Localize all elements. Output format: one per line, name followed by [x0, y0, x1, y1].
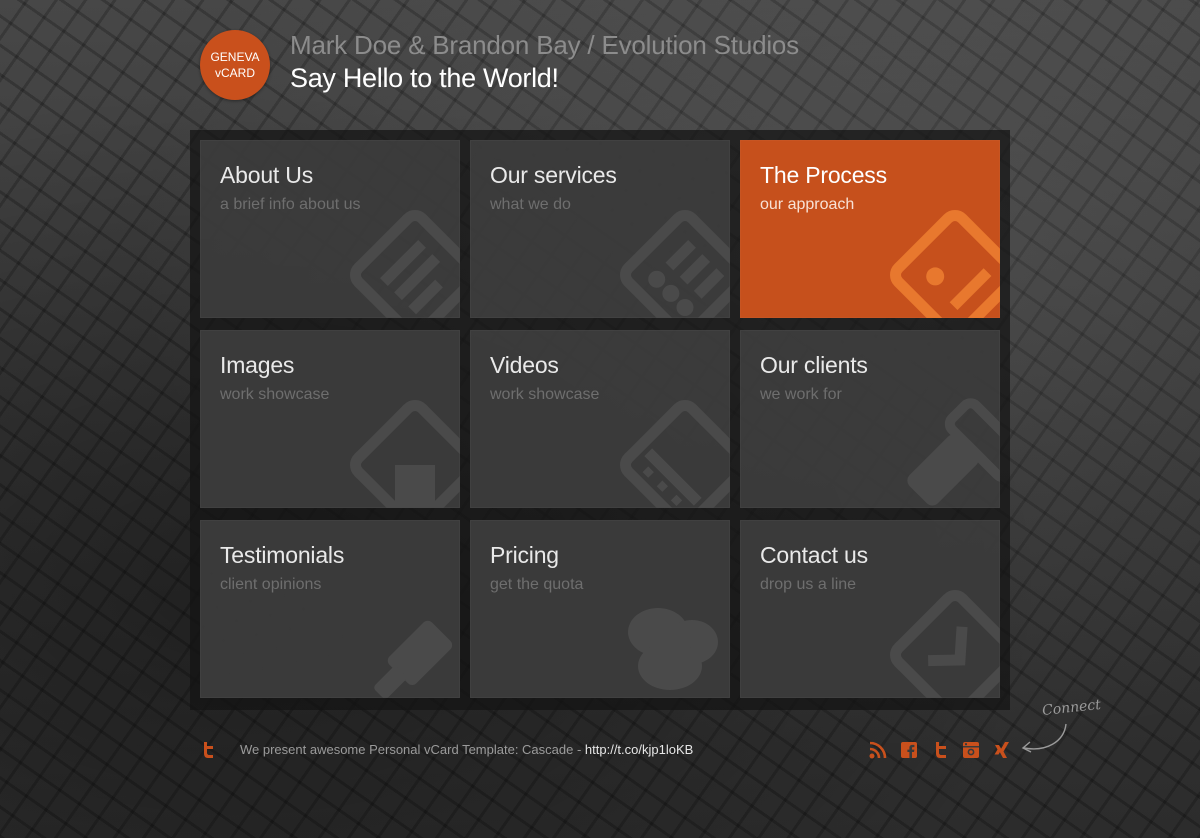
page-subtitle: Say Hello to the World!: [290, 63, 559, 93]
tile-title: Videos: [490, 352, 559, 378]
image-icon: [340, 390, 460, 508]
tile-title: Testimonials: [220, 542, 345, 568]
tile-title: Contact us: [760, 542, 868, 568]
tile-about-us[interactable]: About Us a brief info about us: [200, 140, 460, 318]
twitter-icon[interactable]: [932, 741, 950, 759]
facebook-icon[interactable]: [900, 741, 918, 759]
process-icon: [880, 200, 1000, 318]
connect-label: Connect: [1041, 696, 1102, 720]
tile-subtitle: drop us a line: [760, 576, 857, 593]
logo-line-2: vCARD: [214, 66, 255, 80]
rss-icon[interactable]: [869, 741, 887, 759]
tile-testimonials[interactable]: Testimonials client opinions: [200, 520, 460, 698]
xing-icon[interactable]: [993, 741, 1011, 759]
tweet-body: We present awesome Personal vCard Templa…: [240, 742, 585, 757]
tile-title: Our clients: [760, 352, 868, 378]
twitter-icon[interactable]: [201, 742, 215, 758]
mail-icon: [880, 580, 1000, 698]
tile-subtitle: client opinions: [220, 576, 322, 593]
briefcase-icon: [880, 390, 1000, 508]
logo-badge[interactable]: GENEVA vCARD: [200, 30, 270, 100]
tile-subtitle: work showcase: [220, 386, 330, 403]
film-icon: [610, 390, 730, 508]
tile-title: Images: [220, 352, 295, 378]
tile-title: Our services: [490, 162, 617, 188]
tile-our-services[interactable]: Our services what we do: [470, 140, 730, 318]
tile-subtitle: what we do: [490, 196, 571, 213]
coins-icon: [610, 580, 730, 698]
tweet-text: We present awesome Personal vCard Templa…: [240, 742, 693, 757]
document-icon: [340, 200, 460, 318]
list-icon: [610, 200, 730, 318]
instagram-icon[interactable]: [962, 741, 980, 759]
tile-the-process[interactable]: The Process our approach: [740, 140, 1000, 318]
tiles-panel: About Us a brief info about us Our servi…: [190, 130, 1010, 710]
tile-subtitle: work showcase: [490, 386, 600, 403]
tile-subtitle: get the quota: [490, 576, 584, 593]
logo-line-1: GENEVA: [210, 50, 260, 64]
tile-our-clients[interactable]: Our clients we work for: [740, 330, 1000, 508]
tile-pricing[interactable]: Pricing get the quota: [470, 520, 730, 698]
tile-title: The Process: [760, 162, 887, 188]
tile-videos[interactable]: Videos work showcase: [470, 330, 730, 508]
tile-title: About Us: [220, 162, 314, 188]
tile-images[interactable]: Images work showcase: [200, 330, 460, 508]
connect-arrow-icon: [1021, 723, 1067, 753]
page-title: Mark Doe & Brandon Bay / Evolution Studi…: [290, 30, 799, 60]
tweet-link[interactable]: http://t.co/kjp1loKB: [585, 742, 693, 757]
brush-icon: [340, 580, 460, 698]
tile-subtitle: we work for: [760, 386, 842, 403]
tile-title: Pricing: [490, 542, 559, 568]
tile-contact-us[interactable]: Contact us drop us a line: [740, 520, 1000, 698]
tile-subtitle: our approach: [760, 196, 855, 213]
